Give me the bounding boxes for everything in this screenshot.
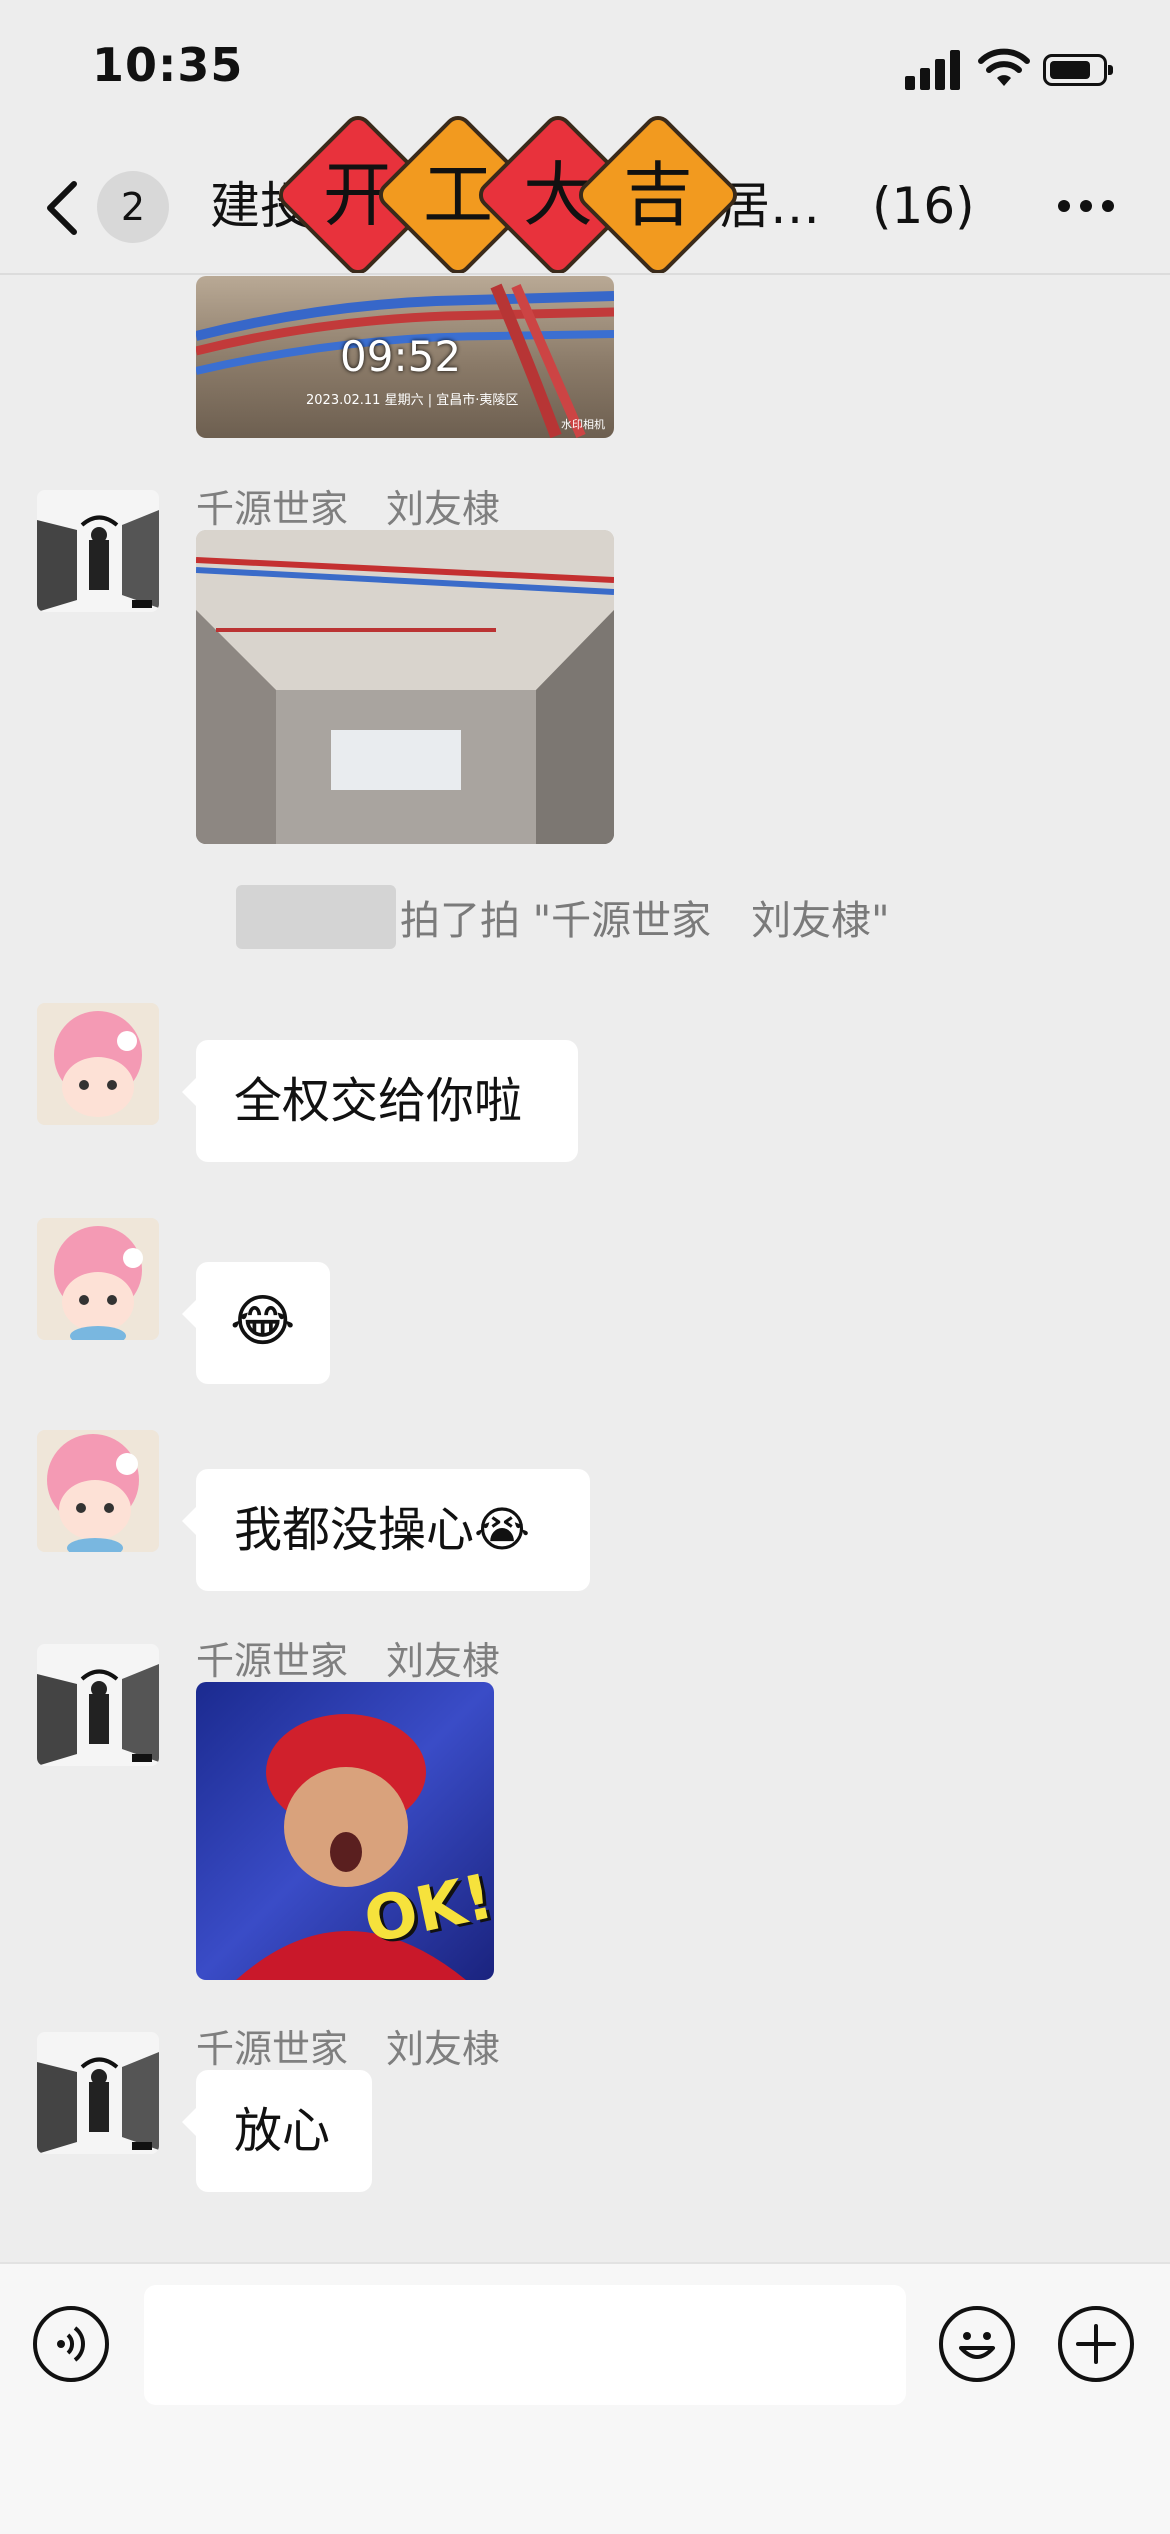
member-count: (16) bbox=[872, 177, 975, 235]
construction-photo-top[interactable]: 09:52 2023.02.11 星期六 | 宜昌市·夷陵区 水印相机 bbox=[196, 276, 614, 438]
avatar[interactable] bbox=[37, 1218, 159, 1340]
message-input[interactable] bbox=[144, 2285, 906, 2405]
smile-icon bbox=[959, 2332, 995, 2359]
message-bubble[interactable]: 放心 bbox=[182, 2070, 372, 2192]
pat-notice: 拍了拍 "千源世家 刘友棣" bbox=[400, 898, 890, 944]
photo-watermark: 水印相机 bbox=[561, 418, 605, 431]
message-bubble[interactable]: 😂 bbox=[182, 1262, 330, 1384]
back-chevron-icon[interactable] bbox=[42, 178, 102, 238]
wifi-icon bbox=[978, 48, 1030, 86]
plus-icon bbox=[1076, 2324, 1116, 2364]
photo-caption: 2023.02.11 星期六 | 宜昌市·夷陵区 bbox=[306, 393, 519, 408]
message-bubble[interactable]: 我都没操心😭 bbox=[182, 1469, 590, 1591]
nav-divider bbox=[0, 273, 1170, 275]
avatar[interactable] bbox=[37, 2032, 159, 2154]
sticker-char: 吉 bbox=[623, 154, 693, 236]
redacted-name bbox=[236, 885, 396, 949]
voice-input-button[interactable] bbox=[33, 2306, 109, 2382]
avatar[interactable] bbox=[37, 1430, 159, 1552]
sender-name: 千源世家 刘友棣 bbox=[196, 1639, 501, 1683]
battery-icon bbox=[1043, 54, 1113, 86]
message-bubble[interactable]: 全权交给你啦 bbox=[182, 1040, 578, 1162]
more-functions-button[interactable] bbox=[1058, 2306, 1134, 2382]
photo-timestamp: 09:52 bbox=[340, 332, 462, 381]
avatar[interactable] bbox=[37, 1003, 159, 1125]
sender-name: 千源世家 刘友棣 bbox=[196, 2027, 501, 2071]
sender-name: 千源世家 刘友棣 bbox=[196, 487, 501, 531]
avatar[interactable] bbox=[37, 1644, 159, 1766]
cellular-signal-icon bbox=[905, 48, 961, 90]
emoji-button[interactable] bbox=[939, 2306, 1015, 2382]
unread-badge[interactable]: 2 bbox=[97, 171, 169, 243]
chat-title-end: 居… bbox=[720, 177, 820, 235]
ceiling-pipes-photo[interactable] bbox=[196, 530, 614, 844]
avatar[interactable] bbox=[37, 490, 159, 612]
status-time: 10:35 bbox=[92, 38, 244, 92]
ok-sticker[interactable]: OK! bbox=[196, 1682, 494, 1980]
more-options-icon[interactable] bbox=[1058, 200, 1114, 212]
voice-icon bbox=[57, 2326, 85, 2362]
